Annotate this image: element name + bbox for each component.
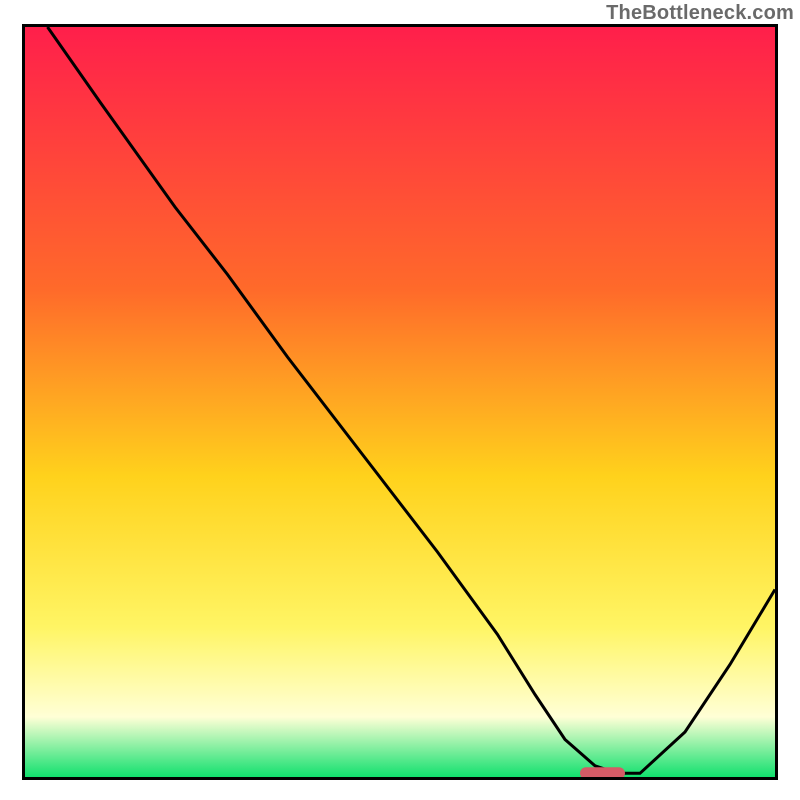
- plot-frame: [22, 24, 778, 780]
- plot-svg: [25, 27, 775, 777]
- gradient-background: [25, 27, 775, 777]
- watermark-label: TheBottleneck.com: [606, 2, 794, 25]
- optimal-marker: [580, 767, 625, 777]
- chart-container: TheBottleneck.com: [0, 0, 800, 800]
